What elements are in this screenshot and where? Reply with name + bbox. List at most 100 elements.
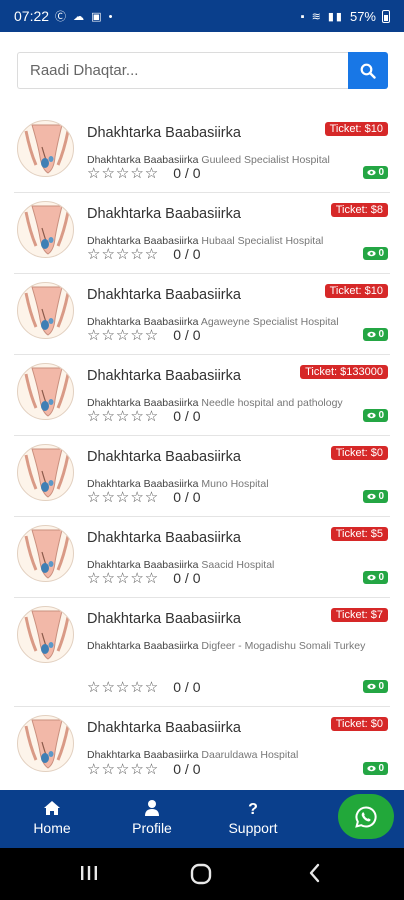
views-badge: 0 <box>363 490 388 503</box>
doctor-name: Dhakhtarka Baabasiirka <box>87 368 241 384</box>
doctor-avatar: ~~ <box>17 715 74 772</box>
whatsapp-icon <box>355 805 377 828</box>
hospital-name: Guuleed Specialist Hospital <box>201 154 330 166</box>
rating-count: 0 / 0 <box>173 489 201 505</box>
doctor-list-item[interactable]: ~~ Dhakhtarka Baabasiirka Dhakhtarka Baa… <box>14 598 390 707</box>
svg-text:~~: ~~ <box>28 495 33 500</box>
rating-count: 0 / 0 <box>173 165 201 181</box>
hospital-name: Hubaal Specialist Hospital <box>201 235 324 247</box>
doctor-name: Dhakhtarka Baabasiirka <box>87 287 241 303</box>
views-count: 0 <box>378 763 384 774</box>
doctor-list-item[interactable]: ~~ Dhakhtarka Baabasiirka Dhakhtarka Baa… <box>14 193 390 274</box>
nav-profile[interactable]: Profile <box>128 798 176 836</box>
doctor-specialty: Dhakhtarka Baabasiirka <box>87 640 199 652</box>
hospital-name: Agaweyne Specialist Hospital <box>200 316 339 328</box>
doctor-list-item[interactable]: ~~ Dhakhtarka Baabasiirka Dhakhtarka Baa… <box>14 517 390 598</box>
doctor-list-item[interactable]: ~~ Dhakhtarka Baabasiirka Dhakhtarka Baa… <box>14 274 390 355</box>
eye-icon <box>367 250 377 257</box>
views-badge: 0 <box>363 328 388 341</box>
status-time: 07:22 <box>14 8 50 24</box>
views-badge: 0 <box>363 762 388 775</box>
doctor-name: Dhakhtarka Baabasiirka <box>87 720 241 736</box>
views-count: 0 <box>378 410 384 421</box>
search-input[interactable] <box>17 52 348 89</box>
doctor-name: Dhakhtarka Baabasiirka <box>87 530 241 546</box>
ticket-badge: Ticket: $0 <box>330 446 388 460</box>
battery-percent: 57% <box>349 8 376 24</box>
views-badge: 0 <box>363 166 388 179</box>
doctor-name: Dhakhtarka Baabasiirka <box>87 206 241 222</box>
search-icon <box>360 63 376 79</box>
rating: ☆☆☆☆☆ 0 / 0 <box>87 760 201 778</box>
hospital-name: Daaruldawa Hospital <box>201 749 299 761</box>
views-badge: 0 <box>363 571 388 584</box>
hospital-name: Digfeer - Mogadishu Somali Turkey <box>201 640 366 652</box>
views-count: 0 <box>378 329 384 340</box>
doctor-list-item[interactable]: ~~ Dhakhtarka Baabasiirka Dhakhtarka Baa… <box>14 112 390 193</box>
eye-icon <box>367 574 377 581</box>
notification-icons: Ⓒ ☁ ▣ • <box>55 11 115 23</box>
svg-text:~~: ~~ <box>28 333 33 338</box>
whatsapp-button[interactable] <box>338 794 394 839</box>
doctor-avatar: ~~ <box>17 525 74 582</box>
signal-icons: ▪ ≋ ▮▮ <box>300 10 344 23</box>
rating: ☆☆☆☆☆ 0 / 0 <box>87 326 201 344</box>
doctor-name: Dhakhtarka Baabasiirka <box>87 449 241 465</box>
rating: ☆☆☆☆☆ 0 / 0 <box>87 245 201 263</box>
svg-text:~~: ~~ <box>28 766 33 771</box>
hospital-name: Muno Hospital <box>201 478 269 490</box>
doctor-hospital: Dhakhtarka Baabasiirka Digfeer - Mogadis… <box>87 636 385 657</box>
eye-icon <box>367 412 377 419</box>
ticket-badge: Ticket: $8 <box>330 203 388 217</box>
hospital-name: Needle hospital and pathology <box>201 397 343 409</box>
rating-count: 0 / 0 <box>173 679 201 695</box>
doctor-list-item[interactable]: ~~ Dhakhtarka Baabasiirka Dhakhtarka Baa… <box>14 355 390 436</box>
svg-text:~~: ~~ <box>28 252 33 257</box>
search-button[interactable] <box>348 52 388 89</box>
rating-stars: ☆☆☆☆☆ <box>87 760 160 778</box>
views-count: 0 <box>378 491 384 502</box>
rating-stars: ☆☆☆☆☆ <box>87 678 160 696</box>
views-badge: 0 <box>363 247 388 260</box>
doctor-name: Dhakhtarka Baabasiirka <box>87 611 241 627</box>
doctor-avatar: ~~ <box>17 444 74 501</box>
rating-count: 0 / 0 <box>173 761 201 777</box>
system-navigation-bar <box>0 848 404 900</box>
nav-home-label: Home <box>33 820 71 836</box>
svg-text:?: ? <box>248 801 258 818</box>
svg-text:~~: ~~ <box>28 171 33 176</box>
rating-count: 0 / 0 <box>173 327 201 343</box>
nav-support-label: Support <box>228 820 278 836</box>
nav-home[interactable]: Home <box>30 798 74 836</box>
doctor-list: ~~ Dhakhtarka Baabasiirka Dhakhtarka Baa… <box>0 112 404 788</box>
rating-stars: ☆☆☆☆☆ <box>87 569 160 587</box>
home-icon <box>44 801 60 815</box>
nav-support[interactable]: ? Support <box>224 798 282 836</box>
doctor-list-item[interactable]: ~~ Dhakhtarka Baabasiirka Dhakhtarka Baa… <box>14 707 390 788</box>
views-count: 0 <box>378 572 384 583</box>
rating-stars: ☆☆☆☆☆ <box>87 407 160 425</box>
eye-icon <box>367 683 377 690</box>
ticket-badge: Ticket: $5 <box>330 527 388 541</box>
rating-stars: ☆☆☆☆☆ <box>87 245 160 263</box>
svg-text:~~: ~~ <box>28 657 33 662</box>
views-count: 0 <box>378 167 384 178</box>
home-circle-icon[interactable] <box>189 862 213 886</box>
views-badge: 0 <box>363 680 388 693</box>
nav-profile-label: Profile <box>132 820 172 836</box>
doctor-list-item[interactable]: ~~ Dhakhtarka Baabasiirka Dhakhtarka Baa… <box>14 436 390 517</box>
rating: ☆☆☆☆☆ 0 / 0 <box>87 569 201 587</box>
battery-icon <box>382 9 390 23</box>
svg-text:~~: ~~ <box>28 576 33 581</box>
user-icon <box>145 800 159 816</box>
ticket-badge: Ticket: $10 <box>324 122 388 136</box>
ticket-badge: Ticket: $133000 <box>300 365 388 379</box>
back-icon[interactable] <box>306 862 324 884</box>
rating-stars: ☆☆☆☆☆ <box>87 326 160 344</box>
recents-icon[interactable] <box>79 862 99 884</box>
rating-stars: ☆☆☆☆☆ <box>87 488 160 506</box>
ticket-badge: Ticket: $0 <box>330 717 388 731</box>
hospital-name: Saacid Hospital <box>201 559 275 571</box>
views-count: 0 <box>378 248 384 259</box>
rating-count: 0 / 0 <box>173 408 201 424</box>
